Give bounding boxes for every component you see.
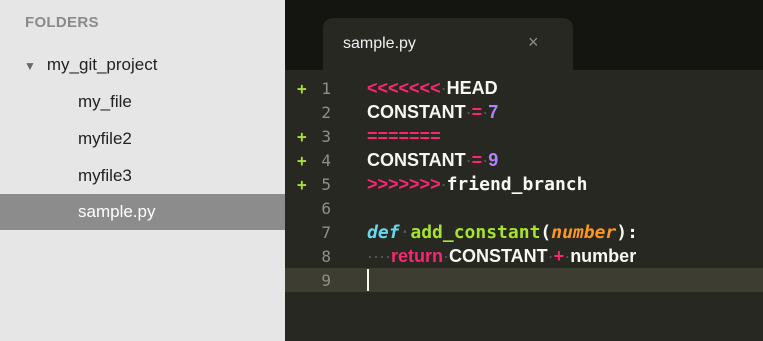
line-content: ····return·CONSTANT·+·number xyxy=(367,246,636,267)
file-item-myfile3[interactable]: myfile3 xyxy=(0,158,285,194)
code-line-3[interactable]: + 3 ======= xyxy=(285,124,763,148)
folder-label: my_git_project xyxy=(46,55,158,74)
file-label: myfile3 xyxy=(78,166,132,185)
conflict-label: friend_branch xyxy=(446,173,588,195)
parameter: number xyxy=(551,221,617,243)
tab-bar: sample.py × xyxy=(285,0,763,70)
code-editor[interactable]: sample.py × + 1 <<<<<<<·HEAD 2 CONSTANT·… xyxy=(285,0,763,341)
function-name: add_constant xyxy=(410,221,541,243)
operator: = xyxy=(471,149,483,170)
sidebar: FOLDERS ▼ my_git_project my_file myfile2… xyxy=(0,0,285,341)
line-number: 3 xyxy=(321,126,331,146)
line-number: 5 xyxy=(321,174,331,194)
line-content: ======= xyxy=(367,126,441,147)
line-content: def·add_constant(number): xyxy=(367,222,638,243)
constant-name: CONSTANT xyxy=(367,101,466,122)
file-label: my_file xyxy=(78,92,132,111)
sidebar-header: FOLDERS xyxy=(25,14,99,31)
git-added-marker-icon: + xyxy=(297,126,307,146)
git-added-marker-icon: + xyxy=(297,150,307,170)
code-line-5[interactable]: + 5 >>>>>>>·friend_branch xyxy=(285,172,763,196)
line-number: 9 xyxy=(321,270,331,290)
paren-open: ( xyxy=(540,221,552,243)
constant-name: CONSTANT xyxy=(449,245,548,266)
disclosure-triangle-icon[interactable]: ▼ xyxy=(24,59,36,73)
number-literal: 9 xyxy=(488,149,499,170)
line-content: CONSTANT·=·7 xyxy=(367,102,498,123)
code-line-4[interactable]: + 4 CONSTANT·=·9 xyxy=(285,148,763,172)
line-number: 2 xyxy=(321,102,331,122)
close-icon[interactable]: × xyxy=(528,32,539,53)
tab-sample-py[interactable]: sample.py × xyxy=(323,18,573,70)
git-added-marker-icon: + xyxy=(297,78,307,98)
code-line-2[interactable]: 2 CONSTANT·=·7 xyxy=(285,100,763,124)
editor-window: FOLDERS ▼ my_git_project my_file myfile2… xyxy=(0,0,763,341)
tab-title: sample.py xyxy=(343,35,416,52)
number-literal: 7 xyxy=(488,101,499,122)
line-number: 1 xyxy=(321,78,331,98)
line-number: 7 xyxy=(321,222,331,242)
line-content: >>>>>>>·friend_branch xyxy=(367,174,587,195)
file-label: myfile2 xyxy=(78,129,132,148)
operator: + xyxy=(553,245,565,266)
paren-close: ): xyxy=(616,221,638,243)
line-number: 4 xyxy=(321,150,331,170)
conflict-marker: <<<<<<< xyxy=(367,77,441,98)
file-item-myfile2[interactable]: myfile2 xyxy=(0,121,285,157)
whitespace-dot: · xyxy=(399,221,411,243)
file-item-my-file[interactable]: my_file xyxy=(0,84,285,120)
code-line-1[interactable]: + 1 <<<<<<<·HEAD xyxy=(285,76,763,100)
code-line-8[interactable]: 8 ····return·CONSTANT·+·number xyxy=(285,244,763,268)
text-cursor xyxy=(367,269,369,292)
file-label: sample.py xyxy=(78,202,156,221)
folder-my-git-project[interactable]: ▼ my_git_project xyxy=(0,47,285,83)
code-line-7[interactable]: 7 def·add_constant(number): xyxy=(285,220,763,244)
return-keyword: return xyxy=(390,245,443,266)
file-item-sample-py[interactable]: sample.py xyxy=(0,194,285,230)
operator: = xyxy=(471,101,483,122)
code-line-9[interactable]: 9 xyxy=(285,268,763,292)
conflict-marker: >>>>>>> xyxy=(367,173,441,194)
def-keyword: def xyxy=(367,221,400,243)
constant-name: CONSTANT xyxy=(367,149,466,170)
indent-dots: ···· xyxy=(367,245,391,266)
conflict-marker: ======= xyxy=(367,125,441,146)
code-line-6[interactable]: 6 xyxy=(285,196,763,220)
line-content: <<<<<<<·HEAD xyxy=(367,78,498,99)
variable-name: number xyxy=(570,245,637,266)
git-added-marker-icon: + xyxy=(297,174,307,194)
line-number: 8 xyxy=(321,246,331,266)
line-content: CONSTANT·=·9 xyxy=(367,150,498,171)
line-number: 6 xyxy=(321,198,331,218)
conflict-label: HEAD xyxy=(446,77,498,98)
line-content xyxy=(367,269,369,292)
